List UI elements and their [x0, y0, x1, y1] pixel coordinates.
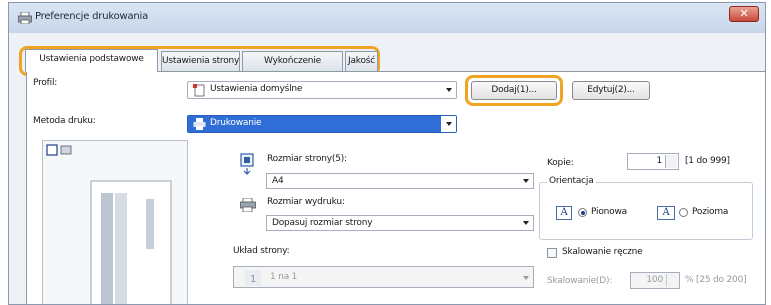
- output-size-select[interactable]: Dopasuj rozmiar strony: [266, 215, 534, 231]
- print-method-select[interactable]: Drukowanie: [187, 115, 457, 133]
- portrait-label: Pionowa: [591, 207, 627, 217]
- chevron-down-icon: [446, 88, 452, 92]
- manual-scaling-checkbox[interactable]: [547, 248, 557, 258]
- copies-value: 1: [656, 156, 662, 166]
- title-bar: Preferencje drukowania ✕: [9, 3, 765, 33]
- output-size-label: Rozmiar wydruku:: [267, 197, 345, 207]
- printer-icon: [193, 118, 206, 130]
- output-size-icon: [240, 198, 256, 212]
- copies-range: [1 do 999]: [685, 156, 730, 166]
- output-size-value: Dopasuj rozmiar strony: [272, 218, 373, 228]
- window-title: Preferencje drukowania: [35, 11, 149, 22]
- orientation-label: Orientacja: [547, 176, 596, 186]
- preview-graphic: [46, 144, 172, 304]
- manual-scaling-label: Skalowanie ręczne: [562, 247, 643, 257]
- scaling-spinner[interactable]: [666, 274, 678, 287]
- chevron-down-icon: [523, 179, 529, 183]
- copies-spinner[interactable]: [665, 155, 677, 168]
- print-preferences-window: Preferencje drukowania ✕ Ustawienia pods…: [8, 2, 766, 305]
- scaling-input[interactable]: 100: [630, 272, 680, 289]
- chevron-down-icon: [446, 122, 452, 126]
- page-layout-icon: 1: [245, 270, 261, 286]
- printer-icon: [18, 12, 32, 24]
- edit-profile-button[interactable]: Edytuj(2)...: [572, 81, 650, 100]
- tab-finishing[interactable]: Wykończenie: [242, 51, 343, 71]
- tab-content-panel: Profil: Ustawienia domyślne Dodaj(1)... …: [26, 71, 765, 304]
- profile-select[interactable]: Ustawienia domyślne: [187, 81, 457, 99]
- layout-value: 1 na 1: [270, 272, 298, 282]
- scaling-value: 100: [646, 275, 663, 285]
- page-preview: [42, 140, 188, 304]
- portrait-orientation-icon: A: [556, 206, 572, 220]
- layout-label: Układ strony:: [233, 246, 290, 256]
- page-size-label: Rozmiar strony(5):: [267, 154, 347, 164]
- close-button[interactable]: ✕: [729, 6, 759, 22]
- scaling-field-label: Skalowanie(D):: [547, 276, 613, 286]
- add-profile-button[interactable]: Dodaj(1)...: [471, 81, 557, 100]
- page-size-select[interactable]: A4: [266, 173, 534, 189]
- tab-basic-settings[interactable]: Ustawienia podstawowe: [25, 49, 158, 72]
- landscape-label: Pozioma: [692, 207, 729, 217]
- dropdown-button: [441, 116, 456, 132]
- copies-label: Kopie:: [547, 158, 574, 168]
- profile-label: Profil:: [33, 78, 58, 88]
- layout-select[interactable]: 1 1 na 1: [233, 266, 534, 288]
- scaling-range: % [25 do 200]: [685, 275, 747, 285]
- landscape-radio[interactable]: [679, 208, 688, 217]
- profile-icon: [193, 84, 205, 97]
- page-size-value: A4: [272, 176, 284, 186]
- tab-quality[interactable]: Jakość: [345, 51, 378, 71]
- profile-value: Ustawienia domyślne: [210, 84, 303, 94]
- chevron-down-icon: [523, 276, 529, 280]
- method-label: Metoda druku:: [33, 116, 96, 126]
- chevron-down-icon: [523, 221, 529, 225]
- landscape-orientation-icon: A: [657, 206, 675, 220]
- tab-page-settings[interactable]: Ustawienia strony: [161, 51, 240, 71]
- svg-text:1: 1: [250, 274, 256, 285]
- page-size-icon: [240, 153, 254, 175]
- portrait-radio[interactable]: [578, 208, 587, 217]
- method-value: Drukowanie: [210, 118, 262, 128]
- copies-input[interactable]: 1: [627, 153, 679, 170]
- close-icon: ✕: [739, 7, 749, 20]
